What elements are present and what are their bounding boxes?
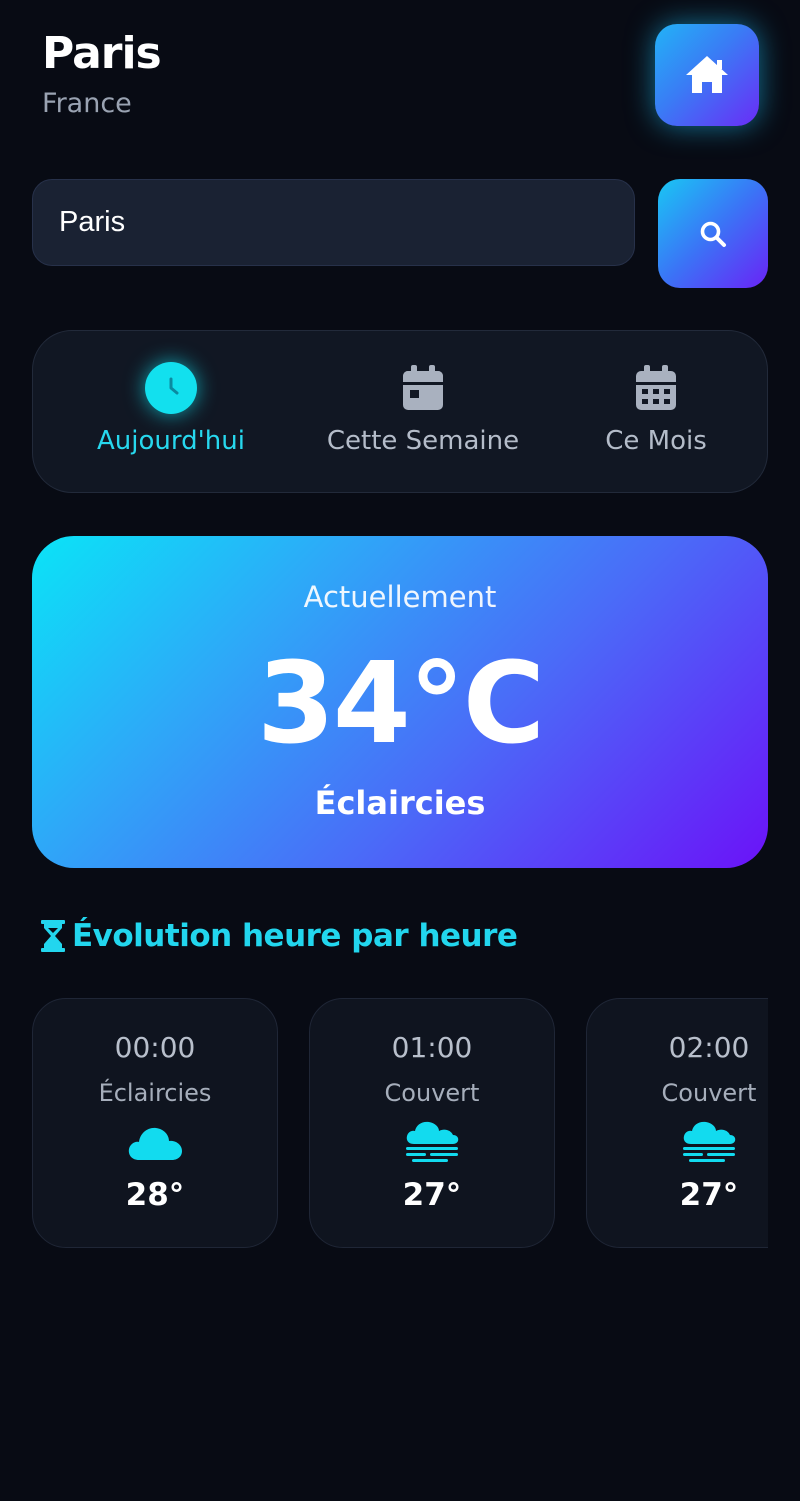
hour-temperature: 28° bbox=[125, 1177, 185, 1213]
hourly-card[interactable]: 00:00 Éclaircies 28° bbox=[32, 998, 278, 1248]
hour-condition: Couvert bbox=[384, 1079, 480, 1107]
current-label: Actuellement bbox=[303, 580, 497, 614]
hourly-scroll-list[interactable]: 00:00 Éclaircies 28° 01:00 Couvert 27° 0… bbox=[32, 998, 768, 1250]
hour-time: 00:00 bbox=[114, 1031, 196, 1064]
country-name: France bbox=[42, 88, 132, 119]
period-tabs: Aujourd'hui Cette Semaine Ce Mois bbox=[32, 330, 768, 493]
search-icon bbox=[700, 221, 726, 247]
hour-temperature: 27° bbox=[679, 1177, 739, 1213]
clock-icon bbox=[145, 362, 197, 414]
home-icon bbox=[686, 56, 728, 93]
city-search-input[interactable] bbox=[32, 179, 635, 266]
tab-today[interactable]: Aujourd'hui bbox=[91, 331, 251, 494]
current-weather-card: Actuellement 34°C Éclaircies bbox=[32, 536, 768, 868]
calendar-week-icon bbox=[403, 365, 443, 410]
home-button[interactable] bbox=[655, 24, 759, 126]
current-condition: Éclaircies bbox=[314, 784, 486, 822]
tab-month[interactable]: Ce Mois bbox=[589, 331, 723, 494]
tab-week[interactable]: Cette Semaine bbox=[317, 331, 529, 494]
calendar-month-icon bbox=[636, 365, 676, 410]
location-header: Paris France bbox=[42, 28, 162, 122]
hourglass-icon bbox=[40, 919, 66, 953]
cloud-icon bbox=[128, 1127, 182, 1160]
hourly-section-title: Évolution heure par heure bbox=[40, 918, 518, 954]
tab-month-label: Ce Mois bbox=[605, 426, 707, 456]
cloud-fog-icon bbox=[406, 1121, 459, 1162]
hour-time: 01:00 bbox=[391, 1031, 473, 1064]
hour-time: 02:00 bbox=[668, 1031, 750, 1064]
tab-week-label: Cette Semaine bbox=[326, 426, 520, 456]
hourly-card[interactable]: 01:00 Couvert 27° bbox=[309, 998, 555, 1248]
current-temperature: 34°C bbox=[256, 639, 545, 769]
cloud-fog-icon bbox=[683, 1121, 736, 1162]
hour-condition: Éclaircies bbox=[98, 1079, 212, 1107]
hour-condition: Couvert bbox=[661, 1079, 757, 1107]
hourly-title-text: Évolution heure par heure bbox=[72, 918, 518, 954]
search-button[interactable] bbox=[658, 179, 768, 288]
hourly-card[interactable]: 02:00 Couvert 27° bbox=[586, 998, 768, 1248]
city-name: Paris bbox=[42, 28, 162, 79]
tab-today-label: Aujourd'hui bbox=[97, 426, 245, 456]
hour-temperature: 27° bbox=[402, 1177, 462, 1213]
